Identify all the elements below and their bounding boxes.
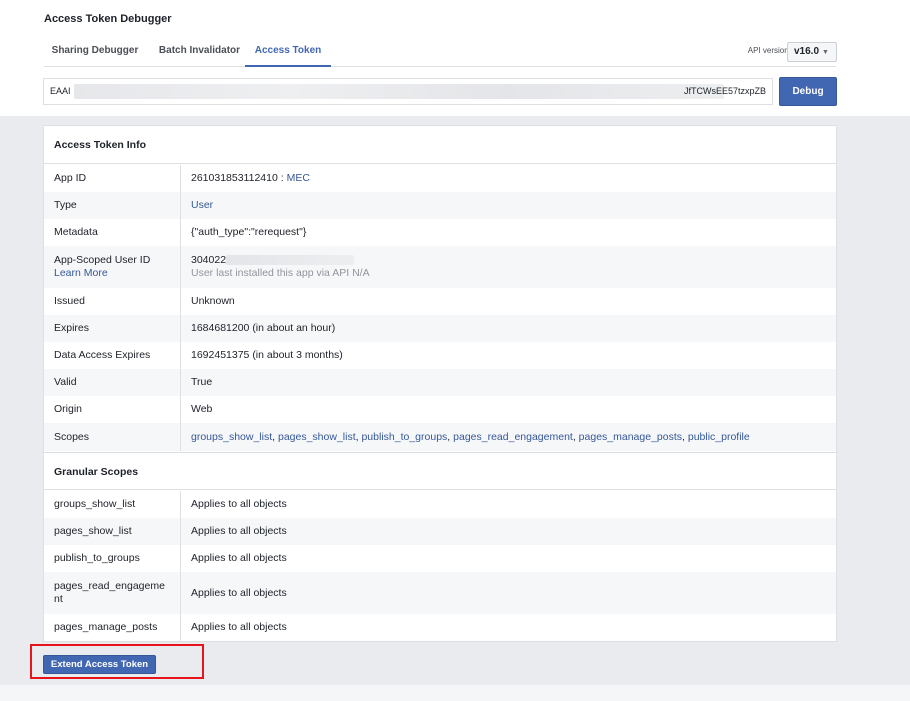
issued-value: Unknown [191,295,235,307]
row-scopes: Scopes groups_show_list, pages_show_list… [44,423,836,451]
app-id-number: 261031853112410 [191,172,278,184]
app-id-label: App ID [44,165,181,192]
token-start: EAAI [50,86,71,96]
scope-link[interactable]: pages_show_list [278,431,356,443]
metadata-value: {"auth_type":"rerequest"} [191,226,307,238]
chevron-down-icon: ▼ [822,49,829,56]
granular-scope-name: pages_read_engageme nt [44,572,181,614]
scope-link[interactable]: groups_show_list [191,431,272,443]
type-label: Type [44,192,181,219]
row-valid: Valid True [44,369,836,396]
access-token-info-heading: Access Token Info [44,126,836,164]
scope-link[interactable]: publish_to_groups [361,431,447,443]
row-type: Type User [44,192,836,219]
row-issued: Issued Unknown [44,288,836,315]
granular-scope-value: Applies to all objects [191,586,287,599]
row-expires: Expires 1684681200 (in about an hour) [44,315,836,342]
granular-scope-name: pages_manage_posts [44,614,181,641]
granular-row: pages_read_engageme nt Applies to all ob… [44,572,836,614]
row-data-access-expires: Data Access Expires 1692451375 (in about… [44,342,836,369]
user-id-visible: 304022 [191,254,227,266]
api-version-select[interactable]: v16.0 ▼ [787,42,837,62]
granular-scopes-heading: Granular Scopes [44,452,836,490]
token-end: JfTCWsEE57tzxpZB [683,86,766,96]
issued-label: Issued [44,288,181,315]
scopes-label: Scopes [44,423,181,451]
origin-label: Origin [44,396,181,423]
granular-row: pages_show_list Applies to all objects [44,518,836,545]
page-title: Access Token Debugger [44,13,172,25]
api-version-value: v16.0 [794,46,820,57]
data-access-expires-label: Data Access Expires [44,342,181,369]
row-metadata: Metadata {"auth_type":"rerequest"} [44,219,836,246]
granular-scope-value: Applies to all objects [191,621,287,633]
extend-access-token-button[interactable]: Extend Access Token [43,655,156,674]
granular-scope-name: groups_show_list [44,491,181,518]
valid-label: Valid [44,369,181,396]
valid-value: True [191,376,213,388]
granular-row: pages_manage_posts Applies to all object… [44,614,836,641]
scope-link[interactable]: pages_manage_posts [579,431,682,443]
granular-scope-name: publish_to_groups [44,545,181,572]
row-app-scoped-user-id: App-Scoped User ID Learn More 304022 Use… [44,246,836,288]
tab-batch-invalidator[interactable]: Batch Invalidator [151,38,248,67]
origin-value: Web [191,403,213,415]
scopes-value: groups_show_list, pages_show_list, publi… [191,423,750,451]
app-scoped-user-id-value: 304022 User last installed this app via … [191,246,370,288]
row-app-id: App ID 261031853112410 : MEC [44,165,836,192]
footer-strip [0,685,910,701]
install-note: User last installed this app via API N/A [191,267,370,279]
granular-row: publish_to_groups Applies to all objects [44,545,836,572]
token-info-panel: Access Token Info App ID 261031853112410… [43,125,837,642]
app-scoped-user-id-label: App-Scoped User ID [54,254,151,266]
app-scoped-user-id-label-cell: App-Scoped User ID Learn More [44,246,181,288]
granular-scope-value: Applies to all objects [191,552,287,564]
app-id-value: 261031853112410 : MEC [191,165,310,192]
expires-label: Expires [44,315,181,342]
scope-link[interactable]: public_profile [688,431,750,443]
app-id-separator: : [277,172,287,184]
granular-row: groups_show_list Applies to all objects [44,491,836,518]
learn-more-link[interactable]: Learn More [54,267,180,280]
access-token-input[interactable]: EAAI JfTCWsEE57tzxpZB [43,78,773,105]
tab-sharing-debugger[interactable]: Sharing Debugger [44,38,146,67]
metadata-label: Metadata [44,219,181,246]
granular-scope-name: pages_show_list [44,518,181,545]
user-id-redacted [226,255,355,266]
scope-link[interactable]: pages_read_engagement [453,431,573,443]
app-name-link[interactable]: MEC [287,172,310,184]
expires-value: 1684681200 (in about an hour) [191,322,336,334]
granular-scope-value: Applies to all objects [191,525,287,537]
tab-access-token[interactable]: Access Token [245,38,331,67]
row-origin: Origin Web [44,396,836,423]
data-access-expires-value: 1692451375 (in about 3 months) [191,349,343,361]
debug-button[interactable]: Debug [779,77,837,106]
granular-scope-value: Applies to all objects [191,498,287,510]
type-link[interactable]: User [191,199,213,212]
tab-bar: Sharing Debugger Batch Invalidator Acces… [44,38,836,67]
token-redacted [74,84,724,99]
